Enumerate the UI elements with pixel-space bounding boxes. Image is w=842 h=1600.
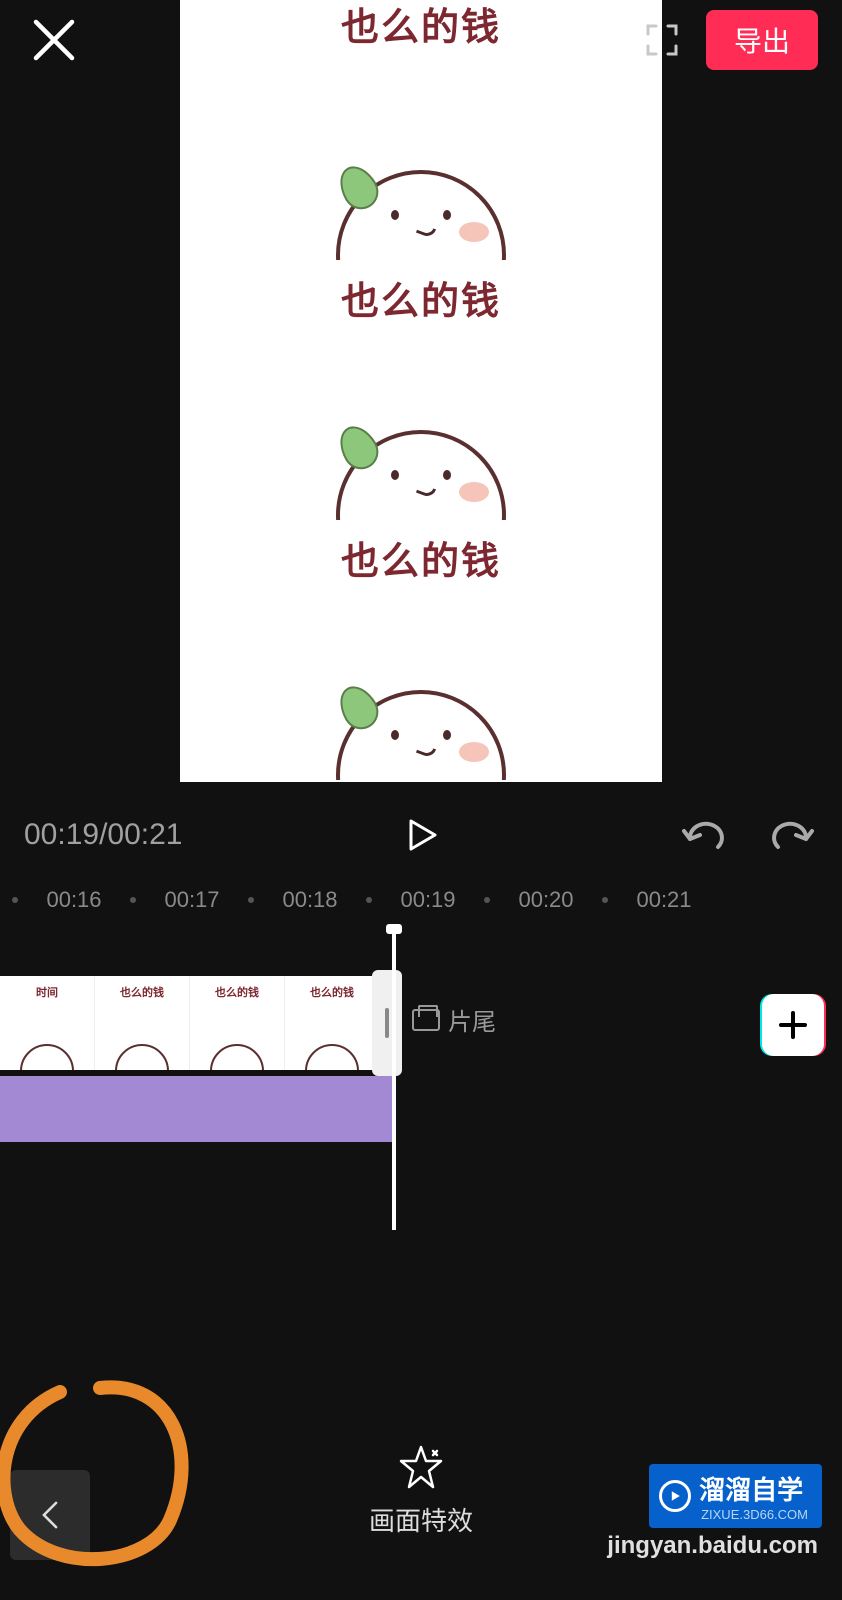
ruler-dot [366,897,372,903]
effect-track[interactable] [0,1076,395,1142]
clip-end-label: 片尾 [412,1002,496,1037]
ruler-dot [484,897,490,903]
preview-text: 也么的钱 [341,270,501,325]
ruler-tick: 00:19 [374,887,482,913]
ruler-tick: 00:20 [492,887,600,913]
thumb-text: 时间 [36,984,58,1000]
play-button[interactable] [396,815,446,855]
ruler-tick: 00:17 [138,887,246,913]
redo-button[interactable] [768,815,818,855]
playhead[interactable] [392,930,396,1230]
star-effect-icon [397,1443,445,1491]
video-preview[interactable]: 也么的钱 也么的钱 也么的钱 [180,0,662,782]
clip-thumbnail: 也么的钱 [95,976,190,1070]
clip-thumbnail: 时间 [0,976,95,1070]
video-effect-menu[interactable]: 画面特效 [369,1443,473,1538]
clip-thumbnail: 也么的钱 [285,976,380,1070]
preview-panel: 也么的钱 [180,520,662,780]
effect-menu-label: 画面特效 [369,1501,473,1538]
ruler-tick: 00:21 [610,887,718,913]
ending-icon [412,1009,440,1031]
back-button[interactable] [10,1470,90,1560]
preview-character [180,160,662,260]
ruler-tick: 00:16 [20,887,128,913]
clip-thumbnail: 也么的钱 [190,976,285,1070]
preview-character [180,680,662,780]
ruler-dot [602,897,608,903]
preview-text: 也么的钱 [341,530,501,585]
preview-character [180,420,662,520]
undo-button[interactable] [678,815,728,855]
add-clip-button[interactable] [762,994,824,1056]
playback-controls: 00:19/00:21 [0,800,842,870]
expand-icon[interactable] [642,20,682,60]
clip-end-handle[interactable] [372,970,402,1076]
time-display: 00:19/00:21 [24,818,396,852]
ruler-dot [130,897,136,903]
ruler-tick: 00:18 [256,887,364,913]
thumb-text: 也么的钱 [310,984,354,1000]
preview-panel: 也么的钱 [180,260,662,520]
timeline-ruler[interactable]: 00:16 00:17 00:18 00:19 00:20 00:21 [0,880,842,920]
ruler-dot [12,897,18,903]
thumb-text: 也么的钱 [215,984,259,1000]
ruler-dot [248,897,254,903]
thumb-text: 也么的钱 [120,984,164,1000]
watermark-logo: 溜溜自学 ZIXUE.3D66.COM [649,1464,822,1528]
watermark-logo-sub: ZIXUE.3D66.COM [701,1507,808,1522]
watermark-logo-text: 溜溜自学 [699,1475,803,1505]
watermark-play-icon [659,1480,691,1512]
ending-text: 片尾 [448,1002,496,1037]
video-track[interactable]: 时间 也么的钱 也么的钱 也么的钱 [0,976,380,1070]
header-bar: 导出 [0,0,842,80]
timeline-tracks[interactable]: 时间 也么的钱 也么的钱 也么的钱 片尾 [0,930,842,1230]
export-button[interactable]: 导出 [706,10,818,70]
close-button[interactable] [24,10,84,70]
watermark-source: jingyan.baidu.com [607,1532,818,1560]
